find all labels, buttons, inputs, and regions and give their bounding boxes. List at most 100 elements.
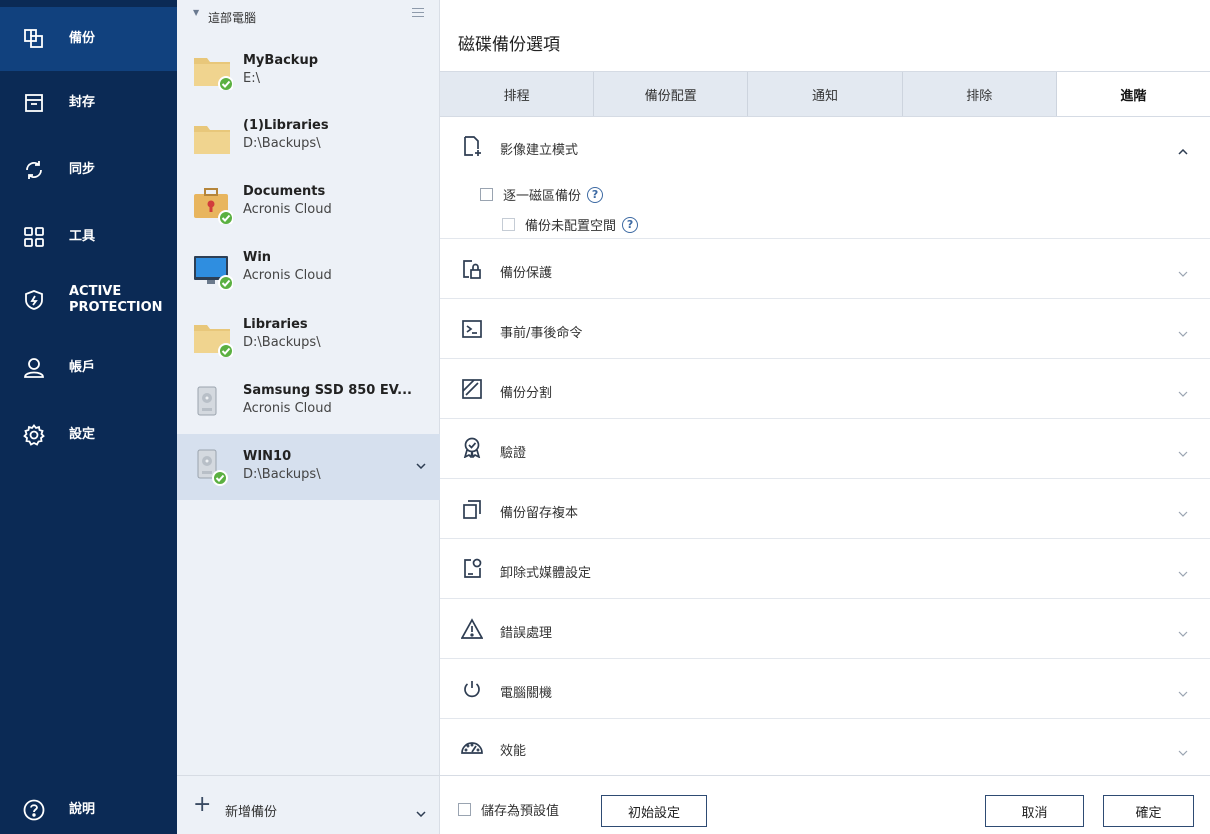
chevron-down-icon[interactable] — [1178, 386, 1188, 401]
main-nav: 備份 封存 同步 工具 ACTIVE PROTECTION 帳戶 設定 說明 — [0, 0, 177, 834]
chevron-up-icon[interactable] — [1178, 144, 1188, 159]
settings-gear-icon — [23, 424, 45, 446]
sector-by-sector-checkbox[interactable] — [480, 188, 493, 201]
list-item-documents[interactable]: Documents Acronis Cloud — [177, 172, 440, 238]
nav-item-help[interactable]: 說明 — [0, 778, 177, 834]
add-backup-button[interactable]: 新增備份 — [225, 801, 277, 820]
gauge-icon — [460, 735, 484, 759]
option-label: 逐一磁區備份 — [503, 189, 582, 204]
chevron-down-icon[interactable] — [1178, 266, 1188, 281]
option-label: 備份未配置空間 — [525, 219, 617, 234]
section-label: 備份留存複本 — [500, 506, 579, 521]
section-backup-reserve-copy[interactable]: 備份留存複本 — [440, 479, 1210, 539]
reset-button[interactable]: 初始設定 — [601, 795, 707, 827]
save-as-default-checkbox[interactable] — [458, 803, 471, 816]
chevron-down-icon[interactable] — [1178, 686, 1188, 701]
chevron-down-icon[interactable] — [1178, 566, 1188, 581]
removable-media-icon — [460, 556, 484, 580]
nav-label: 帳戶 — [69, 360, 96, 375]
list-item-1-libraries[interactable]: (1)Libraries D:\Backups\ — [177, 106, 440, 172]
nav-item-archive[interactable]: 封存 — [0, 71, 177, 135]
list-footer: + 新增備份 — [177, 775, 440, 834]
cancel-button[interactable]: 取消 — [985, 795, 1084, 827]
chevron-down-icon[interactable] — [1178, 626, 1188, 641]
collapse-caret-icon[interactable]: ▼ — [193, 8, 199, 17]
tab-schedule[interactable]: 排程 — [440, 72, 595, 116]
section-performance[interactable]: 效能 — [440, 719, 1210, 775]
option-sector-by-sector: 逐一磁區備份 ? — [480, 185, 604, 204]
help-icon[interactable]: ? — [587, 186, 604, 203]
tab-notifications[interactable]: 通知 — [748, 72, 903, 116]
chevron-down-icon[interactable] — [1178, 326, 1188, 341]
nav-label: 說明 — [69, 802, 96, 817]
unallocated-space-checkbox[interactable] — [502, 218, 515, 231]
backup-name: Documents — [243, 184, 326, 199]
chevron-down-icon[interactable] — [1178, 506, 1188, 521]
backup-name: (1)Libraries — [243, 118, 329, 133]
tab-backup-scheme[interactable]: 備份配置 — [594, 72, 749, 116]
badge-icon — [460, 435, 484, 459]
options-panel: 磁碟備份選項 排程 備份配置 通知 排除 進階 影像建立模式 逐一磁區備份 ? … — [440, 0, 1210, 834]
section-label: 備份保護 — [500, 266, 553, 281]
plus-icon[interactable]: + — [193, 794, 211, 816]
section-validation[interactable]: 驗證 — [440, 419, 1210, 479]
backup-destination: D:\Backups\ — [243, 335, 321, 350]
section-label: 錯誤處理 — [500, 626, 553, 641]
chevron-down-icon[interactable] — [1178, 446, 1188, 461]
nav-item-tools[interactable]: 工具 — [0, 205, 177, 269]
chevron-down-icon[interactable] — [416, 806, 426, 821]
list-item-samsung-ssd[interactable]: Samsung SSD 850 EV... Acronis Cloud — [177, 371, 440, 437]
ok-button[interactable]: 確定 — [1103, 795, 1194, 827]
backup-name: Libraries — [243, 317, 308, 332]
backup-list-pane: ▼ 這部電腦 MyBackup E:\ (1)Libraries D:\Back… — [177, 0, 440, 834]
hard-disk-icon — [193, 444, 231, 486]
section-backup-protection[interactable]: 備份保護 — [440, 239, 1210, 299]
nav-label: 備份 — [69, 31, 96, 46]
archive-icon — [23, 92, 45, 114]
nav-label: 同步 — [69, 162, 96, 177]
power-icon — [460, 677, 484, 701]
backup-destination: Acronis Cloud — [243, 401, 332, 416]
section-removable-media[interactable]: 卸除式媒體設定 — [440, 539, 1210, 599]
help-circle-icon — [23, 799, 45, 821]
tab-exclusions[interactable]: 排除 — [903, 72, 1057, 116]
section-image-creation-mode[interactable]: 影像建立模式 逐一磁區備份 ? 備份未配置空間 ? — [440, 117, 1210, 239]
folder-icon — [193, 48, 234, 92]
sync-icon — [23, 159, 45, 181]
list-item-libraries[interactable]: Libraries D:\Backups\ — [177, 305, 440, 371]
shield-bolt-icon — [23, 289, 45, 311]
list-menu-icon[interactable] — [412, 8, 424, 20]
nav-item-sync[interactable]: 同步 — [0, 138, 177, 202]
section-backup-splitting[interactable]: 備份分割 — [440, 359, 1210, 419]
nav-item-account[interactable]: 帳戶 — [0, 336, 177, 400]
section-label: 卸除式媒體設定 — [500, 566, 592, 581]
backup-name: Samsung SSD 850 EV... — [243, 383, 412, 398]
list-item-mybackup[interactable]: MyBackup E:\ — [177, 38, 440, 104]
section-pre-post-commands[interactable]: 事前/事後命令 — [440, 299, 1210, 359]
nav-label: 工具 — [69, 229, 96, 244]
backup-destination: E:\ — [243, 71, 260, 86]
tools-grid-icon — [23, 226, 45, 248]
list-item-win[interactable]: Win Acronis Cloud — [177, 238, 440, 304]
backup-name: MyBackup — [243, 53, 319, 68]
nav-item-settings[interactable]: 設定 — [0, 403, 177, 467]
section-computer-shutdown[interactable]: 電腦關機 — [440, 659, 1210, 719]
folder-icon — [193, 116, 231, 156]
tab-advanced[interactable]: 進階 — [1056, 72, 1210, 116]
chevron-down-icon[interactable] — [1178, 745, 1188, 760]
list-group-title: 這部電腦 — [208, 11, 257, 25]
save-as-default-label: 儲存為預設值 — [481, 804, 560, 819]
nav-item-backup[interactable]: 備份 — [0, 7, 177, 71]
backup-destination: D:\Backups\ — [243, 136, 321, 151]
terminal-icon — [460, 317, 484, 341]
monitor-icon — [193, 248, 234, 291]
chevron-down-icon[interactable] — [416, 458, 426, 473]
backup-name: Win — [243, 250, 272, 265]
options-tabs: 排程 備份配置 通知 排除 進階 — [440, 71, 1210, 117]
lock-doc-icon — [460, 257, 484, 281]
help-icon[interactable]: ? — [622, 216, 639, 233]
section-error-handling[interactable]: 錯誤處理 — [440, 599, 1210, 659]
nav-item-active-protection[interactable]: ACTIVE PROTECTION — [0, 268, 177, 332]
list-item-win10[interactable]: WIN10 D:\Backups\ — [177, 434, 440, 500]
save-as-default-option: 儲存為預設值 — [458, 800, 559, 819]
